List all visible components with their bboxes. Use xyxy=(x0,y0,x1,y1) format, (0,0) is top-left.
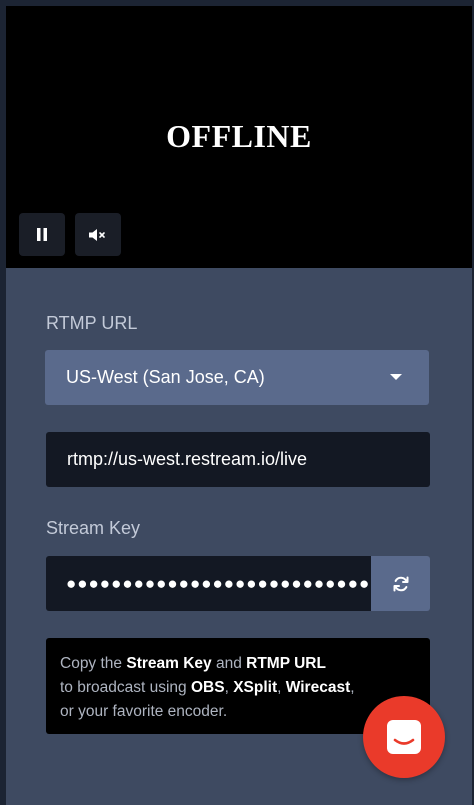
instructions-line-2: to broadcast using OBS, XSplit, Wirecast… xyxy=(60,676,416,700)
info-text: to broadcast using xyxy=(60,679,191,696)
pause-button[interactable] xyxy=(19,213,65,256)
refresh-key-button[interactable] xyxy=(371,556,430,611)
offline-status: OFFLINE xyxy=(166,118,312,154)
caret-down-icon xyxy=(390,374,402,380)
info-rtmp-url: RTMP URL xyxy=(246,655,326,672)
pause-icon xyxy=(37,228,47,241)
server-select-value: US-West (San Jose, CA) xyxy=(66,367,265,387)
info-wirecast: Wirecast xyxy=(285,679,351,696)
mute-button[interactable] xyxy=(75,213,121,256)
info-text: , xyxy=(350,679,355,696)
rtmp-url-value: rtmp://us-west.restream.io/live xyxy=(67,449,308,469)
rtmp-url-field[interactable]: rtmp://us-west.restream.io/live xyxy=(46,432,430,487)
rtmp-url-label: RTMP URL xyxy=(46,313,138,333)
volume-mute-icon xyxy=(89,228,105,241)
stream-settings-panel: OFFLINE RTMP URL US-West (San Jose, CA) … xyxy=(6,6,472,805)
video-preview: OFFLINE xyxy=(6,6,472,268)
info-obs: OBS xyxy=(190,679,225,696)
stream-key-value: ●●●●●●●●●●●●●●●●●●●●●●●●●●●●●● xyxy=(66,573,371,593)
stream-key-label: Stream Key xyxy=(46,518,141,538)
chat-launcher-button[interactable] xyxy=(363,696,445,778)
info-text: and xyxy=(211,655,247,672)
instructions-line-3: or your favorite encoder. xyxy=(60,703,228,720)
instructions-line-1: Copy the Stream Key and RTMP URL xyxy=(60,652,416,676)
info-text: , xyxy=(277,679,286,696)
chat-icon xyxy=(387,720,421,754)
info-text: , xyxy=(224,679,234,696)
stream-key-field[interactable]: ●●●●●●●●●●●●●●●●●●●●●●●●●●●●●● xyxy=(46,556,371,611)
info-stream-key: Stream Key xyxy=(126,655,212,672)
server-select[interactable]: US-West (San Jose, CA) xyxy=(45,350,429,405)
info-text: Copy the xyxy=(60,655,127,672)
info-xsplit: XSplit xyxy=(233,679,278,696)
refresh-icon xyxy=(393,576,408,591)
